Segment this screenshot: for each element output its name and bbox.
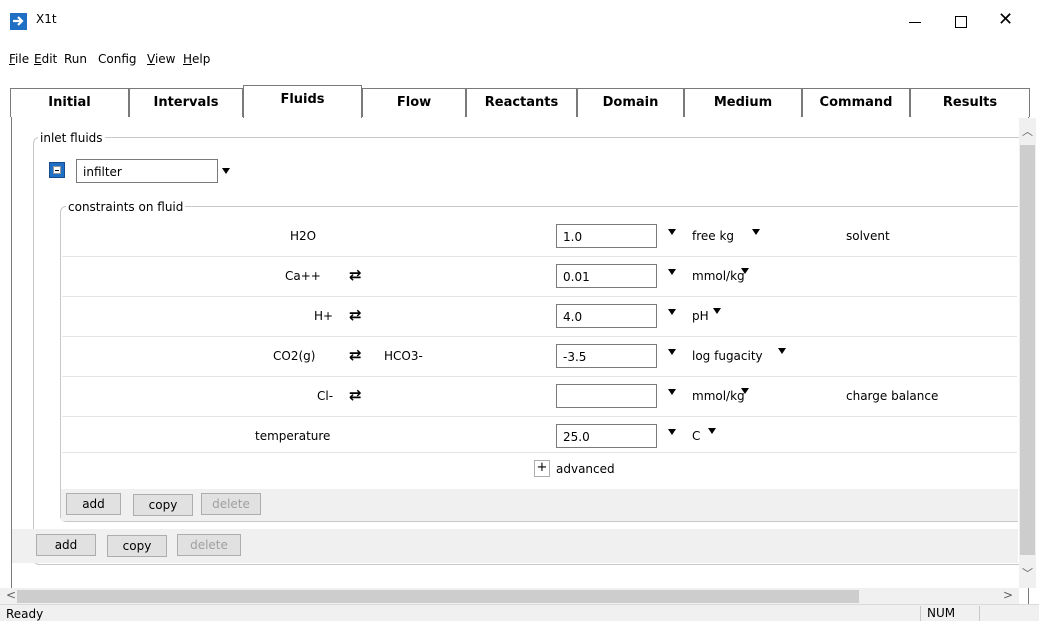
- tab-reactants[interactable]: Reactants: [466, 88, 577, 117]
- swap-icon[interactable]: ⇄: [349, 388, 362, 403]
- row-divider: [62, 256, 1017, 257]
- title-bar: X1t ✕: [0, 0, 1039, 44]
- collapse-icon: [53, 166, 61, 174]
- constraint-note: charge balance: [846, 389, 939, 403]
- copy-constraint-button[interactable]: copy: [133, 494, 193, 516]
- value-field[interactable]: [556, 384, 657, 408]
- species-label[interactable]: H+: [314, 309, 333, 323]
- copy-fluid-button[interactable]: copy: [107, 535, 167, 557]
- close-button[interactable]: ✕: [984, 0, 1030, 44]
- tab-strip: Initial Intervals Fluids Flow Reactants …: [10, 85, 1030, 118]
- tab-domain[interactable]: Domain: [577, 88, 684, 117]
- chevron-down-icon[interactable]: [668, 389, 676, 395]
- temperature-label: temperature: [255, 429, 331, 443]
- delete-fluid-button[interactable]: delete: [177, 534, 241, 556]
- chevron-down-icon[interactable]: [778, 348, 786, 354]
- chevron-down-icon[interactable]: [752, 229, 760, 235]
- chevron-down-icon[interactable]: [741, 388, 749, 394]
- species-label[interactable]: Ca++: [285, 269, 321, 283]
- tab-fluids[interactable]: Fluids: [243, 85, 362, 118]
- chevron-down-icon[interactable]: [668, 309, 676, 315]
- chevron-down-icon[interactable]: [713, 308, 721, 314]
- menu-help[interactable]: Help: [183, 52, 210, 66]
- chevron-down-icon[interactable]: [668, 229, 676, 235]
- swap-icon[interactable]: ⇄: [349, 268, 362, 283]
- row-divider: [62, 416, 1017, 417]
- chevron-down-icon[interactable]: [741, 268, 749, 274]
- menu-view[interactable]: View: [147, 52, 175, 66]
- tab-flow[interactable]: Flow: [362, 88, 466, 117]
- menu-bar: File Edit Run Config View Help: [0, 44, 1039, 74]
- app-arrow-icon: [10, 13, 27, 30]
- maximize-icon: [955, 16, 967, 28]
- scroll-up-icon[interactable]: ︿: [1022, 123, 1033, 139]
- row-divider: [62, 336, 1017, 337]
- add-fluid-button[interactable]: add: [36, 534, 96, 556]
- tab-command[interactable]: Command: [802, 88, 910, 117]
- value-field[interactable]: 1.0: [556, 224, 657, 248]
- tab-intervals[interactable]: Intervals: [129, 88, 243, 117]
- menu-config[interactable]: Config: [98, 52, 137, 66]
- value-field[interactable]: 25.0: [556, 424, 657, 448]
- num-lock-indicator: NUM: [920, 606, 980, 621]
- advanced-label: advanced: [556, 462, 615, 476]
- tab-results[interactable]: Results: [910, 88, 1030, 117]
- horizontal-scroll-thumb[interactable]: [17, 590, 859, 603]
- scroll-left-icon[interactable]: <: [6, 588, 16, 602]
- delete-constraint-button[interactable]: delete: [201, 493, 261, 515]
- expand-advanced-button[interactable]: +: [534, 460, 550, 477]
- unit-select[interactable]: pH: [692, 309, 709, 323]
- vertical-scroll-thumb[interactable]: [1020, 145, 1035, 555]
- constraints-label: constraints on fluid: [66, 200, 186, 214]
- species-label[interactable]: H2O: [290, 229, 316, 243]
- maximize-button[interactable]: [938, 0, 984, 44]
- collapse-fluid-button[interactable]: [49, 162, 65, 178]
- add-constraint-button[interactable]: add: [66, 493, 121, 515]
- menu-run[interactable]: Run: [64, 52, 87, 66]
- value-field[interactable]: -3.5: [556, 344, 657, 368]
- chevron-down-icon[interactable]: [708, 428, 716, 434]
- window-title: X1t: [36, 12, 57, 26]
- status-bar: Ready NUM: [0, 604, 1039, 621]
- unit-select[interactable]: free kg: [692, 229, 734, 243]
- scroll-right-icon[interactable]: >: [1003, 588, 1013, 602]
- menu-file[interactable]: File: [9, 52, 29, 66]
- minimize-button[interactable]: [892, 0, 938, 44]
- constraint-note: solvent: [846, 229, 890, 243]
- status-text: Ready: [6, 607, 44, 621]
- unit-select[interactable]: mmol/kg: [692, 389, 745, 403]
- swap-icon[interactable]: ⇄: [349, 348, 362, 363]
- species-label[interactable]: CO2(g): [273, 349, 315, 363]
- unit-select[interactable]: C: [692, 429, 700, 443]
- menu-edit[interactable]: Edit: [34, 52, 57, 66]
- tab-medium[interactable]: Medium: [684, 88, 802, 117]
- scroll-down-icon[interactable]: ﹀: [1022, 565, 1033, 581]
- chevron-down-icon[interactable]: [222, 168, 230, 174]
- swap-icon[interactable]: ⇄: [349, 308, 362, 323]
- close-icon: ✕: [998, 9, 1014, 30]
- fluid-name-combo[interactable]: infilter: [76, 159, 218, 183]
- chevron-down-icon[interactable]: [668, 429, 676, 435]
- unit-select[interactable]: mmol/kg: [692, 269, 745, 283]
- tab-initial[interactable]: Initial: [10, 88, 129, 117]
- row-divider: [62, 376, 1017, 377]
- value-field[interactable]: 4.0: [556, 304, 657, 328]
- species-label[interactable]: Cl-: [317, 389, 333, 403]
- unit-select[interactable]: log fugacity: [692, 349, 763, 363]
- chevron-down-icon[interactable]: [668, 269, 676, 275]
- value-field[interactable]: 0.01: [556, 264, 657, 288]
- minimize-icon: [909, 22, 921, 23]
- row-divider: [62, 296, 1017, 297]
- chevron-down-icon[interactable]: [668, 349, 676, 355]
- swapped-species-label[interactable]: HCO3-: [384, 349, 423, 363]
- inlet-fluids-label: inlet fluids: [38, 131, 105, 145]
- row-divider: [62, 452, 1017, 453]
